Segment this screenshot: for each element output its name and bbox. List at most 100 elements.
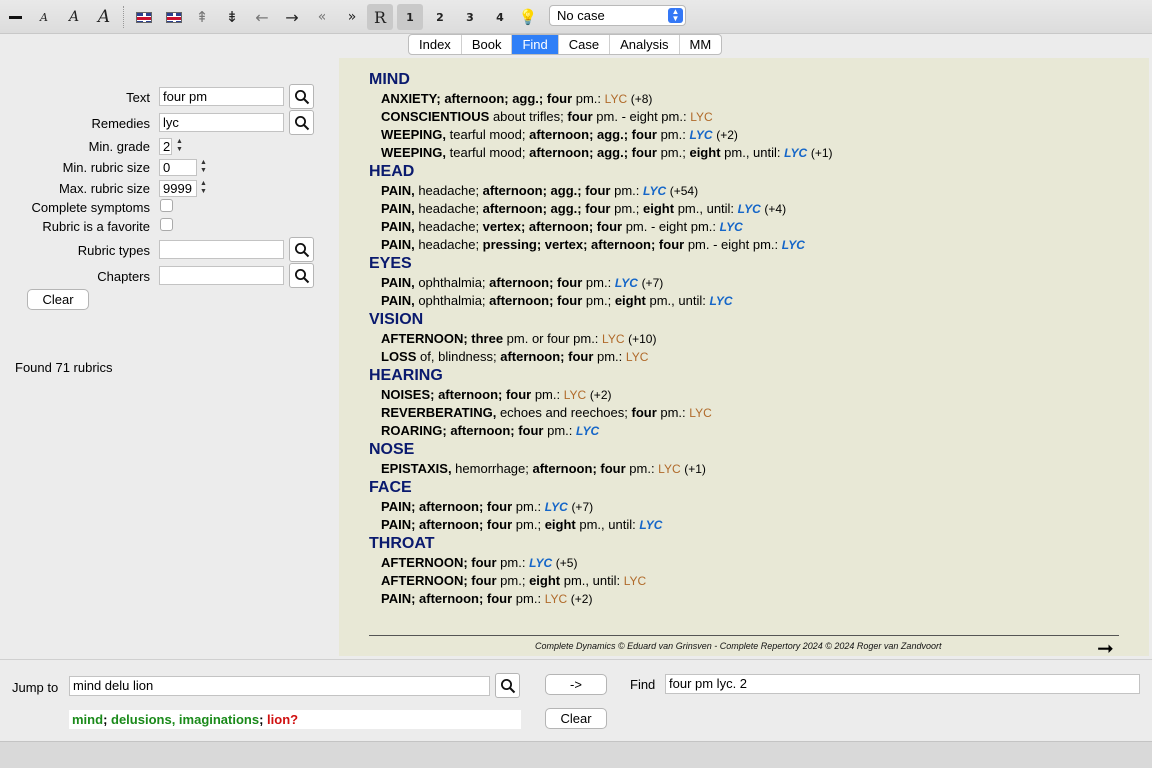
- grade-4-button[interactable]: 4: [487, 4, 513, 30]
- rubric-row[interactable]: PAIN; afternoon; four pm.: LYC (+2): [381, 591, 592, 606]
- forward-arrow-icon[interactable]: →: [279, 4, 305, 30]
- chapter-heading[interactable]: VISION: [369, 311, 423, 329]
- tab-analysis[interactable]: Analysis: [610, 35, 680, 54]
- remedy-abbrev[interactable]: LYC: [602, 332, 624, 346]
- rubric-row[interactable]: AFTERNOON; three pm. or four pm.: LYC (+…: [381, 331, 656, 346]
- remedy-abbrev[interactable]: LYC: [784, 146, 807, 160]
- collapse-up-icon[interactable]: ⇞: [189, 4, 215, 30]
- find-input[interactable]: four pm lyc. 2: [665, 674, 1140, 694]
- favorite-checkbox[interactable]: [160, 218, 173, 231]
- expand-down-icon[interactable]: ⇟: [219, 4, 245, 30]
- remedy-abbrev[interactable]: LYC: [626, 350, 648, 364]
- max-rubric-size-input[interactable]: 9999: [159, 180, 197, 197]
- double-forward-icon[interactable]: »: [339, 4, 365, 30]
- clear-button[interactable]: Clear: [27, 289, 89, 310]
- font-medium-button[interactable]: A: [61, 4, 87, 30]
- tab-mm[interactable]: MM: [680, 35, 722, 54]
- chapter-heading[interactable]: THROAT: [369, 535, 434, 553]
- remedy-abbrev[interactable]: LYC: [782, 238, 805, 252]
- rubric-row[interactable]: AFTERNOON; four pm.: LYC (+5): [381, 555, 577, 570]
- chapters-search-button[interactable]: [289, 263, 314, 288]
- rubric-row[interactable]: PAIN, ophthalmia; afternoon; four pm.: L…: [381, 275, 663, 290]
- chapter-heading[interactable]: HEARING: [369, 367, 443, 385]
- rubric-types-search-button[interactable]: [289, 237, 314, 262]
- chapter-heading[interactable]: EYES: [369, 255, 412, 273]
- rubric-row[interactable]: PAIN, headache; afternoon; agg.; four pm…: [381, 183, 698, 198]
- min-grade-input[interactable]: 2: [159, 138, 172, 155]
- rubric-row[interactable]: REVERBERATING, echoes and reechoes; four…: [381, 405, 712, 420]
- remedy-abbrev[interactable]: LYC: [639, 518, 662, 532]
- rubric-row[interactable]: PAIN, headache; pressing; vertex; aftern…: [381, 237, 805, 252]
- complete-symptoms-checkbox[interactable]: [160, 199, 173, 212]
- remedy-abbrev[interactable]: LYC: [564, 388, 586, 402]
- tab-find[interactable]: Find: [512, 35, 559, 54]
- rubric-keyword: ANXIETY; afternoon; agg.; four: [381, 91, 573, 106]
- rubric-row[interactable]: WEEPING, tearful mood; afternoon; agg.; …: [381, 145, 833, 160]
- rubric-row[interactable]: LOSS of, blindness; afternoon; four pm.:…: [381, 349, 648, 364]
- font-large-button[interactable]: A: [91, 4, 117, 30]
- chapters-input[interactable]: [159, 266, 284, 285]
- go-button[interactable]: ->: [545, 674, 607, 695]
- remedy-abbrev[interactable]: LYC: [689, 406, 711, 420]
- chapter-heading[interactable]: MIND: [369, 71, 410, 89]
- case-select[interactable]: No case ▲ ▼: [549, 5, 686, 26]
- remedy-abbrev[interactable]: LYC: [529, 556, 552, 570]
- rubric-row[interactable]: PAIN, headache; vertex; afternoon; four …: [381, 219, 743, 234]
- chapter-heading[interactable]: HEAD: [369, 163, 414, 181]
- double-back-icon[interactable]: «: [309, 4, 335, 30]
- remedies-input[interactable]: lyc: [159, 113, 284, 132]
- jump-suggestion[interactable]: mind; delusions, imaginations; lion?: [69, 710, 521, 729]
- remedy-format-button[interactable]: R: [367, 4, 393, 30]
- remedies-search-button[interactable]: [289, 110, 314, 135]
- remedy-abbrev[interactable]: LYC: [624, 574, 646, 588]
- rubric-row[interactable]: PAIN, headache; afternoon; agg.; four pm…: [381, 201, 786, 216]
- rubric-row[interactable]: CONSCIENTIOUS about trifles; four pm. - …: [381, 109, 713, 124]
- remedy-abbrev[interactable]: LYC: [605, 92, 627, 106]
- remedy-abbrev[interactable]: LYC: [690, 110, 712, 124]
- chapter-heading[interactable]: FACE: [369, 479, 412, 497]
- back-arrow-icon[interactable]: ←: [249, 4, 275, 30]
- zoom-out-icon[interactable]: [2, 4, 28, 30]
- rubric-row[interactable]: PAIN; afternoon; four pm.: LYC (+7): [381, 499, 593, 514]
- remedy-abbrev[interactable]: LYC: [643, 184, 666, 198]
- lightbulb-icon[interactable]: 💡: [515, 4, 541, 30]
- rubric-row[interactable]: PAIN, ophthalmia; afternoon; four pm.; e…: [381, 293, 733, 308]
- rubric-row[interactable]: PAIN; afternoon; four pm.; eight pm., un…: [381, 517, 662, 532]
- font-small-button[interactable]: A: [31, 4, 57, 30]
- remedy-abbrev[interactable]: LYC: [545, 500, 568, 514]
- remedy-abbrev[interactable]: LYC: [576, 424, 599, 438]
- min-grade-stepper[interactable]: ▲ ▼: [175, 138, 184, 154]
- remedy-abbrev[interactable]: LYC: [720, 220, 743, 234]
- rubric-row[interactable]: EPISTAXIS, hemorrhage; afternoon; four p…: [381, 461, 706, 476]
- tab-book[interactable]: Book: [462, 35, 513, 54]
- remedy-abbrev[interactable]: LYC: [738, 202, 761, 216]
- rubric-types-input[interactable]: [159, 240, 284, 259]
- next-page-arrow-icon[interactable]: ➞: [1097, 636, 1114, 661]
- text-search-button[interactable]: [289, 84, 314, 109]
- tab-index[interactable]: Index: [409, 35, 462, 54]
- remedy-abbrev[interactable]: LYC: [658, 462, 680, 476]
- jump-to-input[interactable]: mind delu lion: [69, 676, 490, 696]
- rubric-row[interactable]: ROARING; afternoon; four pm.: LYC: [381, 423, 599, 438]
- bottom-clear-button[interactable]: Clear: [545, 708, 607, 729]
- max-rubric-size-stepper[interactable]: ▲ ▼: [199, 180, 208, 196]
- remedy-abbrev[interactable]: LYC: [709, 294, 732, 308]
- grade-2-button[interactable]: 2: [427, 4, 453, 30]
- jump-search-button[interactable]: [495, 673, 520, 698]
- rubric-row[interactable]: ANXIETY; afternoon; agg.; four pm.: LYC …: [381, 91, 652, 106]
- min-rubric-size-stepper[interactable]: ▲ ▼: [199, 159, 208, 175]
- uk-flag-icon-2[interactable]: [161, 4, 187, 30]
- remedy-abbrev[interactable]: LYC: [689, 128, 712, 142]
- chapter-heading[interactable]: NOSE: [369, 441, 414, 459]
- tab-case[interactable]: Case: [559, 35, 611, 54]
- remedy-abbrev[interactable]: LYC: [545, 592, 567, 606]
- rubric-row[interactable]: NOISES; afternoon; four pm.: LYC (+2): [381, 387, 612, 402]
- grade-1-button[interactable]: 1: [397, 4, 423, 30]
- rubric-row[interactable]: WEEPING, tearful mood; afternoon; agg.; …: [381, 127, 738, 142]
- remedy-abbrev[interactable]: LYC: [615, 276, 638, 290]
- min-rubric-size-input[interactable]: 0: [159, 159, 197, 176]
- grade-3-button[interactable]: 3: [457, 4, 483, 30]
- text-input[interactable]: four pm: [159, 87, 284, 106]
- rubric-row[interactable]: AFTERNOON; four pm.; eight pm., until: L…: [381, 573, 646, 588]
- uk-flag-icon[interactable]: [131, 4, 157, 30]
